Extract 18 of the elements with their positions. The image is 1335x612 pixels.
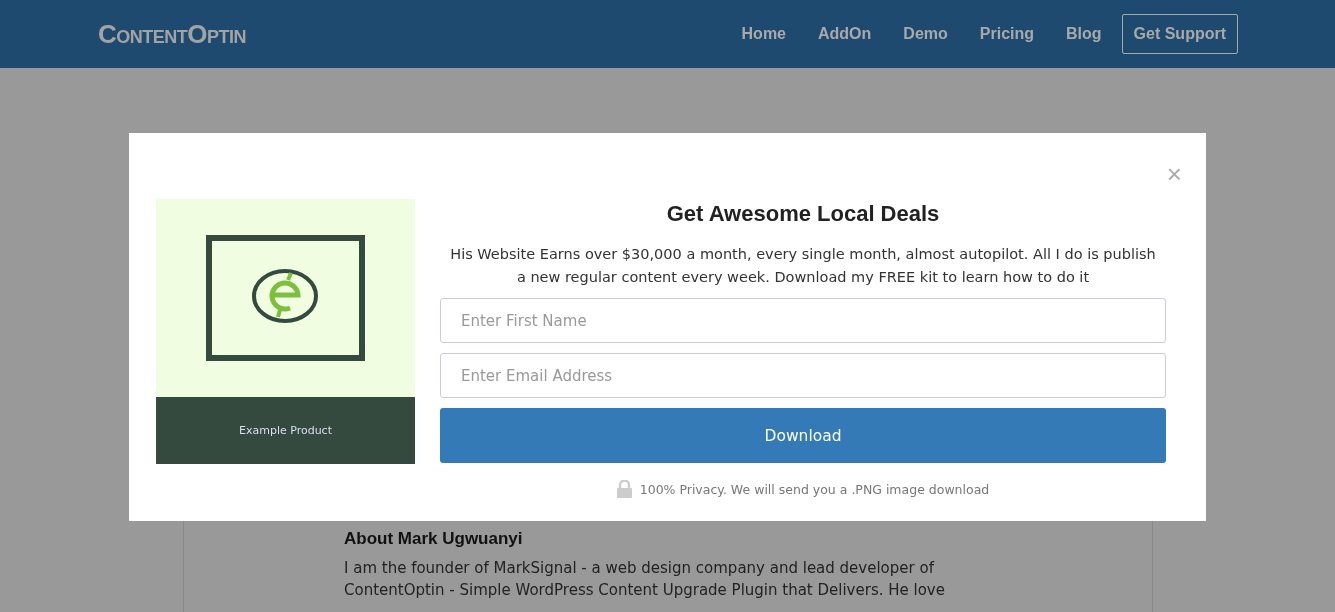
download-button[interactable]: Download <box>440 408 1166 463</box>
nav-link[interactable]: Blog <box>1054 14 1114 54</box>
logo[interactable]: ContentOptin <box>98 18 246 50</box>
modal-title: Get Awesome Local Deals <box>666 201 940 227</box>
nav-link[interactable]: Demo <box>891 14 960 54</box>
modal-description: His Website Earns over $30,000 a month, every single month, almost autopilot. All I do is publish a new regular content every week. Download my FREE kit to learn how to do it <box>449 245 1157 287</box>
about-text: I am the founder of MarkSignal - a web design company and lead developer of ContentOptin - Simple WordPress Content Upgrade Plugin that Delivers. He love <box>344 558 946 601</box>
input-field[interactable]: Enter First Name <box>440 298 1166 343</box>
nav-link[interactable]: AddOn <box>806 14 884 54</box>
product-caption: Example Product <box>156 397 415 464</box>
nav-button[interactable]: Get Support <box>1121 14 1238 54</box>
lock-icon <box>616 480 632 498</box>
nav-link[interactable]: Home <box>729 14 798 54</box>
input-field[interactable]: Enter Email Address <box>440 353 1166 398</box>
privacy-note: 100% Privacy. We will send you a .PNG image download <box>639 481 990 497</box>
close-button[interactable]: × <box>1162 161 1186 187</box>
nav-link[interactable]: Pricing <box>967 14 1046 54</box>
about-title: About Mark Ugwuanyi <box>344 529 524 549</box>
